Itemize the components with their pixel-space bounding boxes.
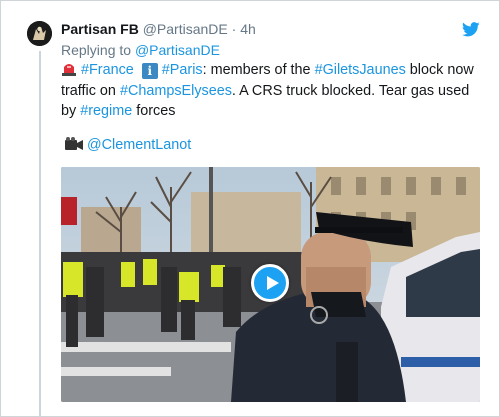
video-camera-icon <box>65 137 83 150</box>
reply-context: Replying to @PartisanDE <box>61 42 220 58</box>
police-siren-icon <box>62 64 76 76</box>
text-segment-1: : members of the <box>202 62 315 78</box>
hashtag-paris-link[interactable]: #Paris <box>162 62 203 78</box>
hashtag-gilets-link[interactable]: #GiletsJaunes <box>315 62 406 78</box>
hashtag-regime-link[interactable]: #regime <box>80 103 132 119</box>
author-handle[interactable]: @PartisanDE <box>143 21 228 37</box>
separator: · <box>231 21 237 37</box>
hashtag-champs-link[interactable]: #ChampsElysees <box>120 83 232 99</box>
twitter-bird-icon[interactable] <box>462 22 480 37</box>
video-credit: @ClementLanot <box>65 137 191 153</box>
hashtag-france-link[interactable]: #France <box>81 62 134 78</box>
information-icon: i <box>141 63 158 79</box>
author-name[interactable]: Partisan FB <box>61 21 139 37</box>
video-player[interactable] <box>61 167 480 402</box>
video-credit-link[interactable]: @ClementLanot <box>87 137 191 153</box>
reply-prefix: Replying to <box>61 42 132 58</box>
tweet-text: #France i #Paris: members of the #GiletsJa… <box>61 59 486 122</box>
reply-mention-link[interactable]: @PartisanDE <box>135 42 220 58</box>
play-icon[interactable] <box>251 264 289 302</box>
timestamp[interactable]: 4h <box>240 21 256 37</box>
tweet-card: Partisan FB @PartisanDE · 4h Replying to… <box>0 0 500 417</box>
thread-line <box>39 51 41 417</box>
tweet-header: Partisan FB @PartisanDE · 4h <box>61 21 256 37</box>
text-segment-4: forces <box>132 103 176 119</box>
avatar[interactable] <box>27 21 52 46</box>
